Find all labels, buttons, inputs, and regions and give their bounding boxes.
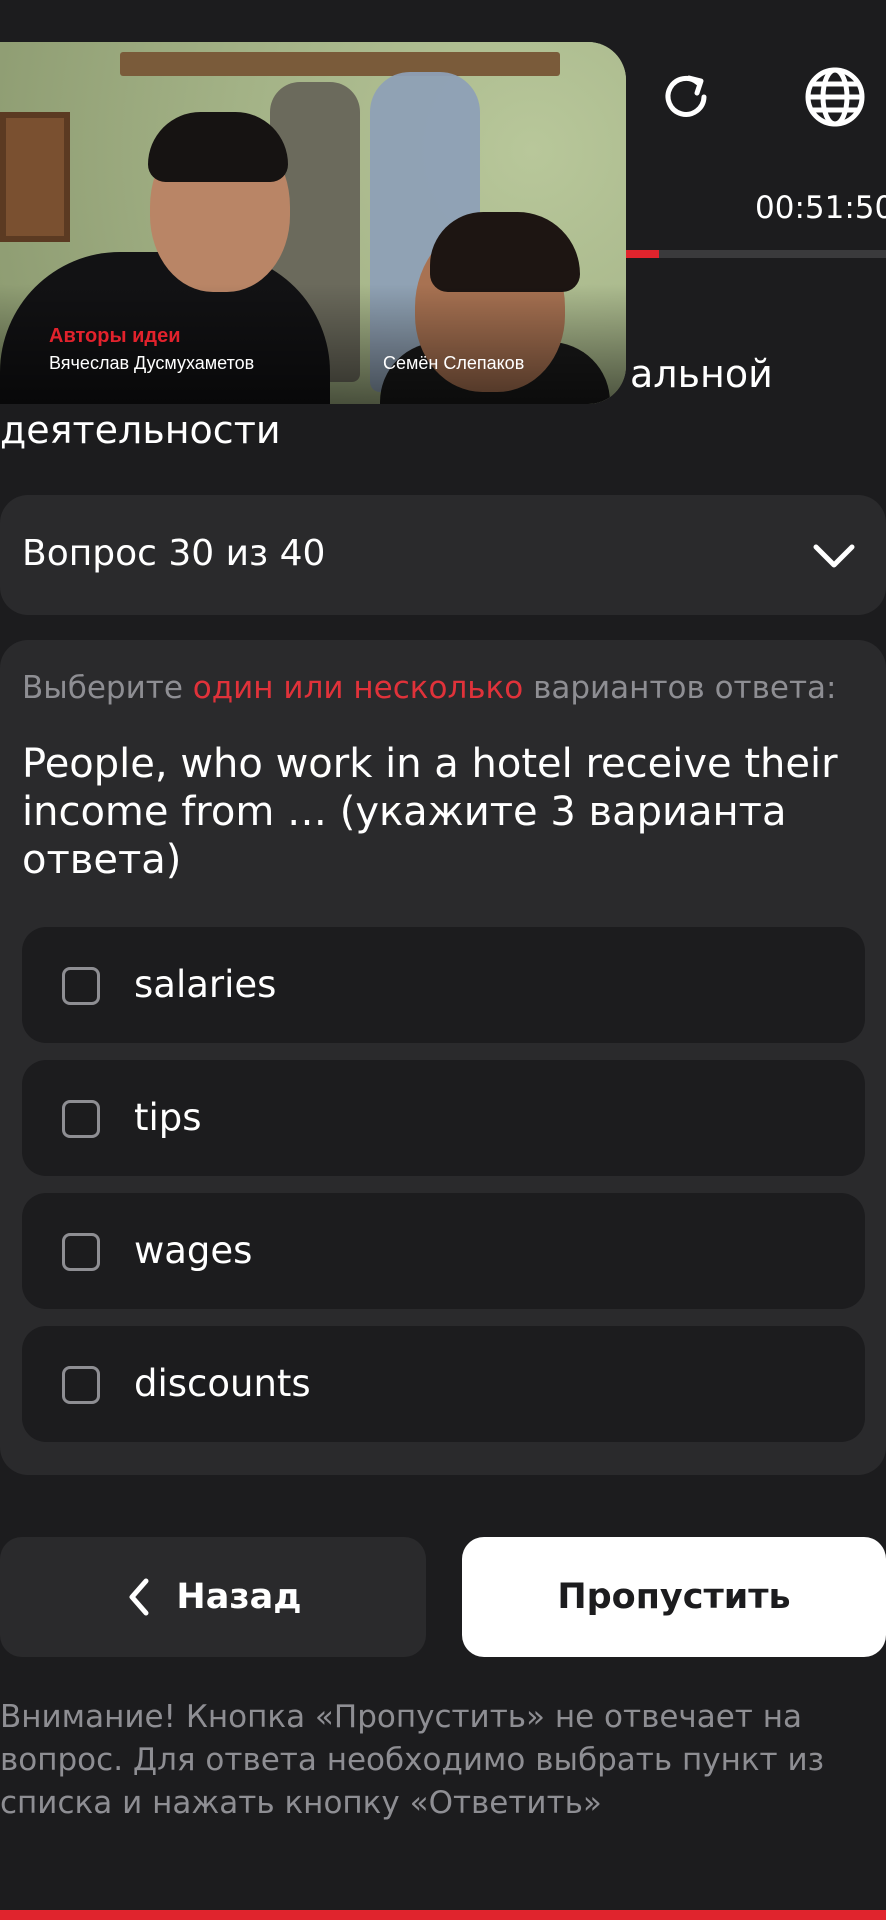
video-caption-authors: Авторы идеи — [49, 325, 181, 347]
instruction-suffix: вариантов ответа: — [523, 670, 837, 706]
progress-fill — [625, 250, 659, 258]
instruction-highlight: один или несколько — [192, 670, 524, 706]
video-coat-rack — [120, 52, 560, 76]
video-caption-author1: Вячеслав Дусмухаметов — [49, 353, 255, 373]
answer-option-label: wages — [134, 1229, 253, 1272]
answer-option-label: tips — [134, 1096, 202, 1139]
answer-option-label: discounts — [134, 1362, 311, 1405]
chevron-left-icon — [129, 1578, 149, 1616]
bottom-accent-bar — [0, 1910, 886, 1920]
answer-option[interactable]: discounts — [22, 1326, 865, 1442]
answer-option[interactable]: tips — [22, 1060, 865, 1176]
checkbox-icon[interactable] — [62, 967, 100, 1005]
page-title-part1: альной — [630, 352, 773, 396]
refresh-icon — [665, 75, 707, 117]
checkbox-icon[interactable] — [62, 1233, 100, 1271]
video-caption-author2: Семён Слепаков — [383, 353, 525, 373]
checkbox-icon[interactable] — [62, 1100, 100, 1138]
screen: 00:51:50 альной деятельности Авторы идеи… — [0, 0, 886, 1920]
checkbox-icon[interactable] — [62, 1366, 100, 1404]
language-button[interactable] — [800, 62, 870, 132]
answer-option-label: salaries — [134, 963, 277, 1006]
globe-icon — [805, 67, 865, 127]
video-picture-frame — [0, 112, 70, 242]
question-card: Выберите один или несколько вариантов от… — [0, 640, 886, 1475]
skip-button-label: Пропустить — [557, 1577, 791, 1617]
video-player[interactable]: Авторы идеи Вячеслав Дусмухаметов Семён … — [0, 42, 626, 404]
back-button-label: Назад — [176, 1577, 302, 1617]
timer: 00:51:50 — [755, 190, 886, 226]
question-selector[interactable]: Вопрос 30 из 40 — [0, 495, 886, 615]
skip-warning-note: Внимание! Кнопка «Пропустить» не отвечае… — [0, 1699, 825, 1821]
page-title-part2: деятельности — [0, 408, 281, 452]
skip-button[interactable]: Пропустить — [462, 1537, 886, 1657]
answer-option[interactable]: wages — [22, 1193, 865, 1309]
answer-option[interactable]: salaries — [22, 927, 865, 1043]
chevron-down-icon — [813, 544, 855, 568]
video-person-hair — [148, 112, 288, 182]
question-number: Вопрос 30 из 40 — [22, 533, 326, 574]
progress-bar — [625, 250, 886, 258]
answer-instruction: Выберите один или несколько вариантов от… — [22, 670, 836, 706]
question-text: People, who work in a hotel receive thei… — [22, 741, 838, 883]
refresh-button[interactable] — [651, 62, 721, 132]
instruction-prefix: Выберите — [22, 670, 193, 706]
back-button[interactable]: Назад — [0, 1537, 426, 1657]
